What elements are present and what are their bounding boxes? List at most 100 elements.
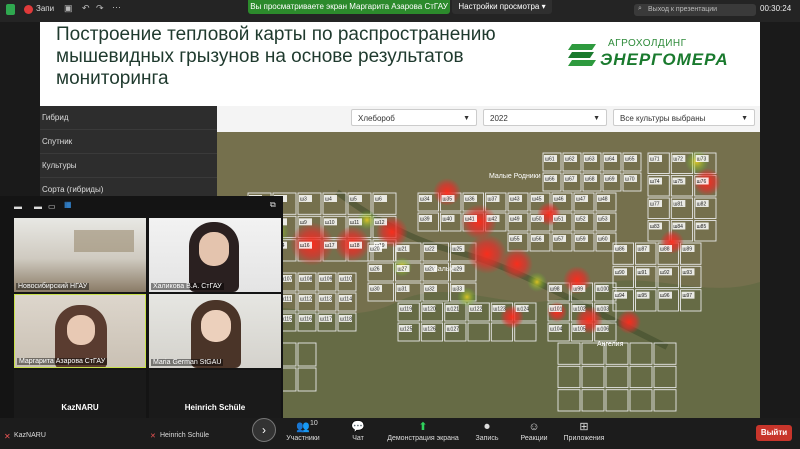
field-label[interactable]: ш112 [299, 295, 312, 303]
exit-fullscreen-icon[interactable]: ⧉ [270, 200, 276, 210]
year-select[interactable]: 2022 ▼ [483, 109, 607, 126]
field-label[interactable]: ш35 [441, 195, 455, 203]
field-label[interactable]: ш66 [544, 175, 557, 183]
field-label[interactable]: ш123 [492, 305, 506, 313]
sidebar-item-crops[interactable]: Культуры [40, 154, 217, 178]
participant-tile[interactable]: Халикова В.А. СтГАУ [149, 218, 281, 292]
redo-icon[interactable]: ↷ [96, 3, 104, 14]
field-label[interactable]: ш45 [531, 195, 544, 203]
leave-meeting-button[interactable]: Выйти [756, 425, 792, 441]
field-label[interactable]: ш32 [424, 285, 437, 293]
view-options-button[interactable]: Настройки просмотра ▾ [452, 0, 552, 14]
field-label[interactable]: ш34 [419, 195, 432, 203]
field-label[interactable]: ш67 [564, 175, 577, 183]
field-label[interactable]: ш83 [649, 222, 662, 231]
field-label[interactable]: ш42 [486, 215, 500, 223]
field-label[interactable]: ш87 [636, 245, 650, 253]
crops-select[interactable]: Все культуры выбраны ▼ [613, 109, 755, 126]
field-label[interactable]: ш16 [299, 241, 312, 250]
field-label[interactable]: ш39 [419, 215, 432, 223]
field-label[interactable]: ш9 [299, 218, 312, 226]
reactions-button[interactable]: ☺ Реакции [514, 418, 554, 449]
share-screen-button[interactable]: ⬆ Демонстрация экрана [384, 418, 462, 449]
strip-view-icon[interactable]: ▭ [48, 202, 56, 211]
field-label[interactable]: ш88 [659, 245, 672, 253]
field-label[interactable]: ш120 [422, 305, 436, 313]
participant-tile[interactable]: Новосибирский НГАУ [14, 218, 146, 292]
speaker-view-icon[interactable]: ▬ [34, 202, 42, 211]
field-label[interactable]: ш96 [659, 291, 672, 300]
field-label[interactable]: ш109 [319, 275, 333, 283]
field-label[interactable]: ш99 [572, 285, 586, 293]
field-label[interactable]: ш81 [672, 200, 686, 208]
field-label[interactable]: ш102 [572, 305, 586, 313]
field-label[interactable]: ш90 [614, 268, 627, 276]
field-label[interactable]: ш113 [319, 295, 332, 303]
field-label[interactable]: ш6 [374, 195, 387, 203]
field-label[interactable]: ш82 [695, 200, 709, 208]
field-label[interactable]: ш92 [659, 268, 672, 276]
field-label[interactable]: ш118 [339, 315, 352, 323]
field-label[interactable]: ш47 [575, 195, 588, 203]
field-label[interactable]: ш43 [509, 195, 522, 203]
field-label[interactable]: ш85 [695, 222, 709, 231]
field-label[interactable]: ш98 [549, 285, 562, 293]
field-label[interactable]: ш84 [672, 222, 686, 231]
field-label[interactable]: ш72 [672, 155, 686, 163]
field-label[interactable]: ш117 [319, 315, 332, 323]
field-label[interactable]: ш61 [544, 155, 557, 163]
field-label[interactable]: ш48 [597, 195, 610, 203]
field-label[interactable]: ш57 [553, 235, 566, 243]
field-label[interactable]: ш17 [324, 241, 337, 250]
field-label[interactable]: ш94 [614, 291, 627, 300]
save-icon[interactable]: ▣ [64, 3, 73, 14]
field-label[interactable]: ш60 [597, 235, 610, 243]
field-label[interactable]: ш122 [469, 305, 483, 313]
field-label[interactable]: ш25 [451, 245, 465, 253]
field-label[interactable]: ш12 [374, 218, 387, 226]
field-label[interactable]: ш21 [396, 245, 410, 253]
field-label[interactable]: ш59 [575, 235, 588, 243]
field-label[interactable]: ш46 [553, 195, 566, 203]
field-label[interactable]: ш26 [369, 265, 382, 273]
field-label[interactable]: ш70 [624, 175, 637, 183]
field-label[interactable]: ш103 [595, 305, 610, 313]
field-label[interactable]: ш63 [584, 155, 597, 163]
active-speaker-tile[interactable]: Маргарита Азарова СтГАУ [14, 294, 146, 368]
field-label[interactable]: ш40 [441, 215, 455, 223]
gallery-view-icon[interactable]: ▦ [64, 200, 72, 209]
sidebar-item-hybrid[interactable]: Гибрид [40, 106, 217, 130]
field-label[interactable]: ш104 [549, 325, 563, 333]
field-label[interactable]: ш110 [339, 275, 352, 283]
participants-button[interactable]: 👥 10 Участники [278, 418, 328, 449]
field-label[interactable]: ш64 [604, 155, 617, 163]
field-label[interactable]: ш127 [445, 325, 460, 333]
field-label[interactable]: ш108 [299, 275, 313, 283]
field-label[interactable]: ш97 [681, 291, 695, 300]
field-label[interactable]: ш68 [584, 175, 597, 183]
field-label[interactable]: ш124 [515, 305, 530, 313]
field-label[interactable]: ш30 [369, 285, 382, 293]
field-label[interactable]: ш119 [399, 305, 412, 313]
field-label[interactable]: ш41 [464, 215, 477, 223]
field-label[interactable]: ш49 [509, 215, 522, 223]
more-icon[interactable]: ⋯ [112, 2, 121, 13]
field-label[interactable]: ш71 [649, 155, 662, 163]
next-page-button[interactable]: › [252, 418, 276, 442]
field-label[interactable]: ш126 [422, 325, 436, 333]
field-label[interactable]: ш20 [369, 245, 382, 253]
field-label[interactable]: ш69 [604, 175, 617, 183]
record-button[interactable]: ⏺ Запись [470, 418, 504, 449]
field-label[interactable]: ш51 [553, 215, 566, 223]
field-label[interactable]: ш3 [299, 195, 312, 203]
chat-button[interactable]: 💬 Чат [340, 418, 376, 449]
field-label[interactable]: ш100 [595, 285, 610, 293]
undo-icon[interactable]: ↶ [82, 3, 90, 14]
recording-label[interactable]: Запи [36, 4, 54, 13]
field-label[interactable]: ш33 [451, 285, 465, 293]
field-label[interactable]: ш114 [339, 295, 352, 303]
participant-tile[interactable]: Maria German StGAU [149, 294, 281, 368]
field-label[interactable]: ш36 [464, 195, 477, 203]
field-label[interactable]: ш101 [549, 305, 563, 313]
field-label[interactable]: ш86 [614, 245, 627, 253]
